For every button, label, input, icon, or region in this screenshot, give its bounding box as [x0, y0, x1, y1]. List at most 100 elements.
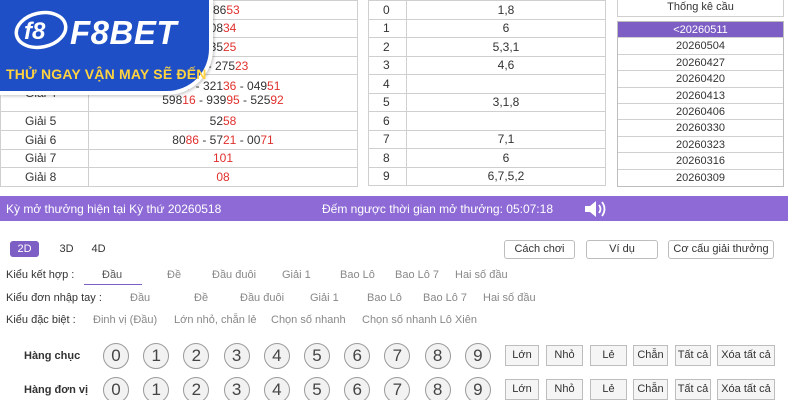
digit-ball[interactable]: 5	[304, 377, 330, 400]
quick-select-button[interactable]: Tất cả	[675, 379, 711, 400]
quick-select-button[interactable]: Lớn	[505, 379, 539, 400]
number-tail: 36	[223, 79, 237, 94]
option-combo-row[interactable]: Bao Lô	[340, 269, 375, 281]
digit-ball[interactable]: 1	[143, 377, 170, 400]
mode-tab-4d[interactable]: 4D	[84, 241, 113, 257]
special-type-label: Kiểu đặc biệt :	[6, 314, 76, 326]
head-digit: 7	[368, 129, 407, 149]
mode-tab-3d[interactable]: 3D	[52, 241, 81, 257]
option-single-row[interactable]: Đầu	[130, 292, 150, 304]
digit-ball[interactable]: 9	[464, 343, 491, 369]
quick-select-button[interactable]: Lẻ	[590, 345, 627, 366]
head-tail-row: 9 6,7,5,2	[368, 166, 606, 186]
manual-type-label: Kiểu đơn nhập tay :	[6, 292, 102, 304]
results-row: Giải 7 101	[0, 148, 358, 169]
tail-digits: 5,3,1	[406, 37, 606, 57]
option-combo-row[interactable]: Hai số đầu	[455, 269, 508, 281]
quick-select-button[interactable]: Xóa tất cả	[717, 379, 775, 400]
number-tail: 86	[185, 132, 199, 147]
stats-period-item[interactable]: <20260511	[618, 22, 783, 39]
number-text: - 049	[236, 79, 268, 94]
option-special-row[interactable]: Đinh vị (Đầu)	[93, 314, 157, 326]
head-tail-row: 3 4,6	[368, 55, 606, 75]
number-text: - 939	[195, 93, 227, 108]
option-single-row[interactable]: Giải 1	[310, 292, 339, 304]
head-digit: 4	[368, 74, 407, 94]
digit-ball[interactable]: 4	[263, 377, 290, 400]
digit-ball[interactable]: 5	[304, 343, 330, 369]
digit-ball[interactable]: 0	[103, 343, 129, 369]
prize-structure-button[interactable]: Cơ cấu giải thưởng	[668, 240, 774, 259]
prize-numbers: 5258	[88, 111, 358, 131]
option-special-row[interactable]: Chọn số nhanh Lô Xiên	[362, 314, 477, 326]
digit-ball[interactable]: 4	[263, 343, 290, 369]
digit-ball[interactable]: 1	[143, 343, 170, 369]
results-row: Giải 8 08	[0, 167, 358, 187]
option-single-row[interactable]: Bao Lô 7	[423, 292, 467, 304]
quick-select-button[interactable]: Lẻ	[590, 379, 627, 400]
quick-select-button[interactable]: Nhỏ	[546, 379, 583, 400]
option-single-row[interactable]: Hai số đầu	[483, 292, 536, 304]
digit-ball[interactable]: 6	[344, 377, 371, 400]
prize-numbers: 8086 - 5721 - 0071	[88, 129, 358, 150]
option-special-row[interactable]: Lớn nhỏ, chẵn lẻ	[174, 314, 256, 326]
stats-period-item[interactable]: 20260504	[618, 38, 783, 55]
number-tail: 53	[226, 2, 240, 17]
logo-slogan: THỬ NGAY VẬN MAY SẼ ĐẾN	[6, 66, 207, 82]
digit-ball[interactable]: 6	[344, 343, 371, 369]
stats-period-item[interactable]: 20260420	[618, 71, 783, 88]
example-button[interactable]: Ví dụ	[586, 240, 658, 259]
option-combo-row[interactable]: Đề	[167, 269, 181, 281]
stats-period-item[interactable]: 20260316	[618, 153, 783, 170]
quick-select-button[interactable]: Nhỏ	[546, 345, 583, 366]
quick-select-button[interactable]: Xóa tất cả	[717, 345, 775, 366]
number-text: 80	[172, 132, 186, 147]
option-single-row[interactable]: Bao Lô	[367, 292, 402, 304]
head-tail-row: 6	[368, 111, 606, 131]
stats-period-item[interactable]: 20260309	[618, 170, 783, 186]
digit-ball[interactable]: 7	[384, 343, 411, 369]
current-period-text: Kỳ mở thưởng hiện tại Kỳ thứ 20260518	[6, 202, 222, 216]
number-text: - 57	[198, 132, 223, 147]
head-tail-table: 0 1,8 1 6 2 5,3,1 3 4,6 4 5 3,1,8 6 7 7,1 8 6 9 6,7,5,2	[368, 0, 606, 186]
digit-ball[interactable]: 3	[223, 377, 250, 400]
active-option-underline	[84, 284, 142, 285]
option-combo-row[interactable]: Bao Lô 7	[395, 269, 439, 281]
stats-period-item[interactable]: 20260406	[618, 104, 783, 121]
stats-button[interactable]: Thống kê cầu	[617, 0, 784, 17]
tail-digits	[406, 111, 606, 131]
how-to-play-button[interactable]: Cách chơi	[504, 240, 575, 259]
digit-ball[interactable]: 8	[424, 377, 451, 400]
stats-period-item[interactable]: 20260413	[618, 88, 783, 104]
option-combo-row[interactable]: Đầu	[102, 269, 122, 281]
option-special-row[interactable]: Chọn số nhanh	[271, 314, 346, 326]
quick-select-button[interactable]: Lớn	[505, 345, 539, 366]
quick-select-button[interactable]: Chẵn	[633, 379, 668, 400]
digit-ball[interactable]: 2	[183, 343, 210, 369]
stats-period-list: <20260511 20260504 20260427 20260420 2026041…	[617, 21, 784, 187]
stats-period-item[interactable]: 20260330	[618, 120, 783, 137]
option-single-row[interactable]: Đầu đuôi	[240, 292, 284, 304]
tail-digits: 6	[406, 18, 606, 38]
stats-period-item[interactable]: 20260323	[618, 137, 783, 154]
digit-ball[interactable]: 7	[384, 377, 411, 400]
stats-period-item[interactable]: 20260427	[618, 55, 783, 72]
option-single-row[interactable]: Đề	[194, 292, 208, 304]
number-tail: 16	[182, 93, 196, 108]
quick-select-button[interactable]: Tất cả	[675, 345, 711, 366]
digit-ball[interactable]: 2	[183, 377, 210, 400]
option-combo-row[interactable]: Giải 1	[282, 269, 311, 281]
digit-ball[interactable]: 8	[424, 343, 451, 369]
countdown-text: Đếm ngược thời gian mở thưởng: 05:07:18	[322, 202, 553, 216]
option-combo-row[interactable]: Đầu đuôi	[212, 269, 256, 281]
speaker-icon[interactable]	[583, 199, 609, 219]
number-tail: 23	[235, 58, 249, 73]
digit-row-label: Hàng chục	[24, 350, 81, 362]
number-text: 52	[209, 114, 223, 129]
head-tail-row: 16	[368, 18, 606, 38]
digit-ball[interactable]: 3	[223, 343, 250, 369]
mode-tab-2d[interactable]: 2D	[10, 241, 39, 257]
digit-ball[interactable]: 0	[103, 377, 129, 400]
quick-select-button[interactable]: Chẵn	[633, 345, 668, 366]
digit-ball[interactable]: 9	[464, 377, 491, 400]
